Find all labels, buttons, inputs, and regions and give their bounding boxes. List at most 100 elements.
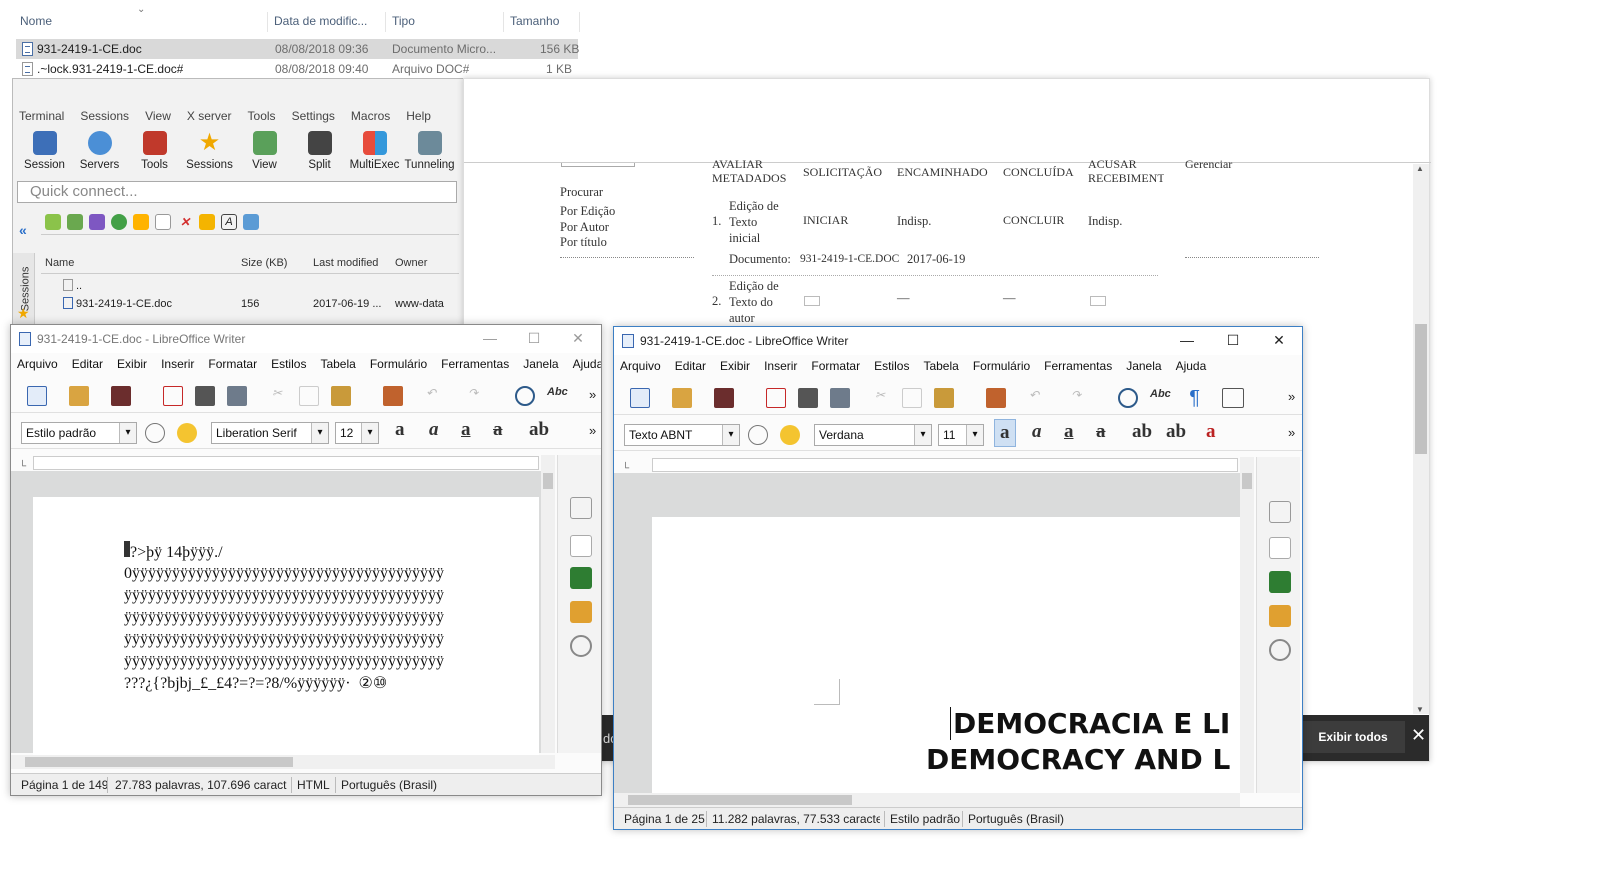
- paste-icon[interactable]: [934, 388, 954, 408]
- export-pdf-icon[interactable]: [766, 388, 786, 408]
- doc-line-7[interactable]: ???¿{?bjbj_£_£4?=?=?8/%ÿÿÿÿÿÿ· ②⑩: [124, 673, 387, 695]
- file-row[interactable]: 931-2419-1-CE.doc 08/08/2018 09:36 Docum…: [16, 39, 579, 59]
- close-button[interactable]: ✕: [1256, 327, 1302, 355]
- strikethrough-icon[interactable]: a: [1096, 421, 1106, 443]
- scrollbar-thumb[interactable]: [1415, 324, 1427, 454]
- formatting-marks-icon[interactable]: ¶: [1184, 388, 1204, 408]
- email-icon[interactable]: [1090, 296, 1106, 306]
- table-row[interactable]: 931-2419-1-CE.doc: [63, 297, 172, 310]
- menu-estilos[interactable]: Estilos: [271, 357, 306, 377]
- menu-ajuda[interactable]: Ajuda: [1176, 359, 1207, 379]
- properties-wrench-icon[interactable]: [1269, 501, 1291, 523]
- styles-icon[interactable]: [1269, 571, 1291, 593]
- column-header-date[interactable]: Data de modific...: [268, 12, 386, 32]
- column-header-type[interactable]: Tipo: [386, 12, 504, 32]
- new-style-icon[interactable]: [177, 423, 197, 443]
- insert-table-icon[interactable]: [1222, 388, 1244, 408]
- copy-icon[interactable]: [902, 388, 922, 408]
- email-icon[interactable]: [804, 296, 820, 306]
- minimize-button[interactable]: —: [467, 325, 513, 353]
- font-name-select[interactable]: Liberation Serif: [211, 422, 329, 444]
- menu-settings[interactable]: Settings: [292, 109, 335, 123]
- paste-icon[interactable]: [331, 386, 351, 406]
- doc-line-1[interactable]: ?>þÿ 14þÿÿÿ./: [124, 541, 223, 564]
- undo-icon[interactable]: ↶: [1024, 388, 1044, 408]
- strikethrough-icon[interactable]: a: [493, 419, 503, 441]
- text-mode-icon[interactable]: A: [221, 213, 237, 230]
- scroll-down-icon[interactable]: ▼: [1416, 705, 1424, 714]
- column-header-name[interactable]: Nome: [14, 12, 268, 32]
- copy-icon[interactable]: [299, 386, 319, 406]
- menu-help[interactable]: Help: [406, 109, 431, 123]
- menu-exibir[interactable]: Exibir: [720, 359, 750, 379]
- toolbar-overflow-icon[interactable]: »: [1288, 425, 1295, 440]
- new-folder-icon[interactable]: [133, 213, 149, 230]
- update-style-icon[interactable]: [748, 425, 768, 445]
- doc-line-3[interactable]: ÿÿÿÿÿÿÿÿÿÿÿÿÿÿÿÿÿÿÿÿÿÿÿÿÿÿÿÿÿÿÿÿÿÿÿÿÿÿÿÿ: [124, 585, 444, 607]
- properties-icon[interactable]: [199, 213, 215, 230]
- menu-formatar[interactable]: Formatar: [208, 357, 257, 377]
- superscript-icon[interactable]: ab: [1132, 421, 1152, 443]
- save-icon[interactable]: [714, 388, 734, 408]
- print-icon[interactable]: [798, 388, 818, 408]
- clone-formatting-icon[interactable]: [986, 388, 1006, 408]
- menu-arquivo[interactable]: Arquivo: [17, 357, 58, 377]
- table-row[interactable]: ..: [63, 279, 82, 292]
- menu-ferramentas[interactable]: Ferramentas: [1044, 359, 1112, 379]
- heading-english[interactable]: DEMOCRACY AND L: [926, 743, 1242, 776]
- page-scrollbar[interactable]: ▲ ▼: [1413, 164, 1429, 714]
- print-preview-icon[interactable]: [830, 388, 850, 408]
- word-count[interactable]: 27.783 palavras, 107.696 caracteres: [115, 775, 287, 795]
- menu-editar[interactable]: Editar: [675, 359, 706, 379]
- sessions-sidebar-tab[interactable]: Sessions ★: [13, 253, 35, 329]
- file-row[interactable]: .~lock.931-2419-1-CE.doc# 08/08/2018 09:…: [16, 59, 578, 79]
- doc-line-2[interactable]: 0ÿÿÿÿÿÿÿÿÿÿÿÿÿÿÿÿÿÿÿÿÿÿÿÿÿÿÿÿÿÿÿÿÿÿÿÿÿÿÿ: [124, 563, 444, 585]
- language[interactable]: Português (Brasil): [968, 809, 1064, 829]
- close-button[interactable]: ✕: [555, 325, 601, 353]
- menu-view[interactable]: View: [145, 109, 171, 123]
- menu-arquivo[interactable]: Arquivo: [620, 359, 661, 379]
- menu-formatar[interactable]: Formatar: [811, 359, 860, 379]
- new-document-icon[interactable]: [630, 388, 650, 408]
- table-header-name[interactable]: Name: [45, 257, 74, 269]
- bold-icon[interactable]: a: [395, 419, 405, 441]
- font-size-select[interactable]: 12: [335, 422, 379, 444]
- menu-tabela[interactable]: Tabela: [320, 357, 355, 377]
- cut-icon[interactable]: ✂: [870, 388, 890, 408]
- menu-macros[interactable]: Macros: [351, 109, 390, 123]
- scrollbar-thumb[interactable]: [543, 473, 553, 489]
- spellcheck-icon[interactable]: Abc: [1150, 388, 1171, 408]
- menu-ferramentas[interactable]: Ferramentas: [441, 357, 509, 377]
- quick-connect-input[interactable]: Quick connect...: [17, 181, 457, 203]
- find-replace-icon[interactable]: [515, 386, 535, 406]
- servers-button[interactable]: Servers: [72, 129, 127, 171]
- maximize-button[interactable]: ☐: [511, 325, 557, 353]
- word-count[interactable]: 11.282 palavras, 77.533 caracteres: [712, 809, 880, 829]
- iniciar-link[interactable]: INICIAR: [803, 213, 848, 228]
- refresh-icon[interactable]: [111, 213, 127, 230]
- concluir-link[interactable]: CONCLUIR: [1003, 213, 1064, 228]
- menu-janela[interactable]: Janela: [1126, 359, 1161, 379]
- page-style[interactable]: Estilo padrão: [890, 809, 960, 829]
- split-button[interactable]: Split: [292, 129, 347, 171]
- language[interactable]: Português (Brasil): [341, 775, 437, 795]
- italic-icon[interactable]: a: [1032, 421, 1042, 443]
- bold-icon[interactable]: a: [994, 419, 1016, 447]
- sessions-button[interactable]: ★ Sessions: [182, 129, 237, 172]
- doc-line-6[interactable]: ÿÿÿÿÿÿÿÿÿÿÿÿÿÿÿÿÿÿÿÿÿÿÿÿÿÿÿÿÿÿÿÿÿÿÿÿÿÿÿÿ: [124, 651, 444, 673]
- scroll-up-icon[interactable]: ▲: [1416, 164, 1424, 173]
- link-por-titulo[interactable]: Por título: [560, 235, 607, 250]
- heading-portuguese[interactable]: DEMOCRACIA E LI: [950, 707, 1242, 740]
- document-page[interactable]: DEMOCRACIA E LI DEMOCRACY AND L: [652, 517, 1240, 793]
- menu-sessions[interactable]: Sessions: [80, 109, 129, 123]
- menu-estilos[interactable]: Estilos: [874, 359, 909, 379]
- grid-view-icon[interactable]: [243, 213, 259, 230]
- styles-icon[interactable]: [570, 567, 592, 589]
- document-link[interactable]: 931-2419-1-CE.DOC: [800, 253, 899, 265]
- multiexec-button[interactable]: MultiExec: [347, 129, 402, 171]
- undo-icon[interactable]: ↶: [421, 386, 441, 406]
- document-mode[interactable]: HTML: [297, 775, 330, 795]
- menu-formulario[interactable]: Formulário: [973, 359, 1030, 379]
- link-procurar[interactable]: Procurar: [560, 185, 603, 200]
- clone-formatting-icon[interactable]: [383, 386, 403, 406]
